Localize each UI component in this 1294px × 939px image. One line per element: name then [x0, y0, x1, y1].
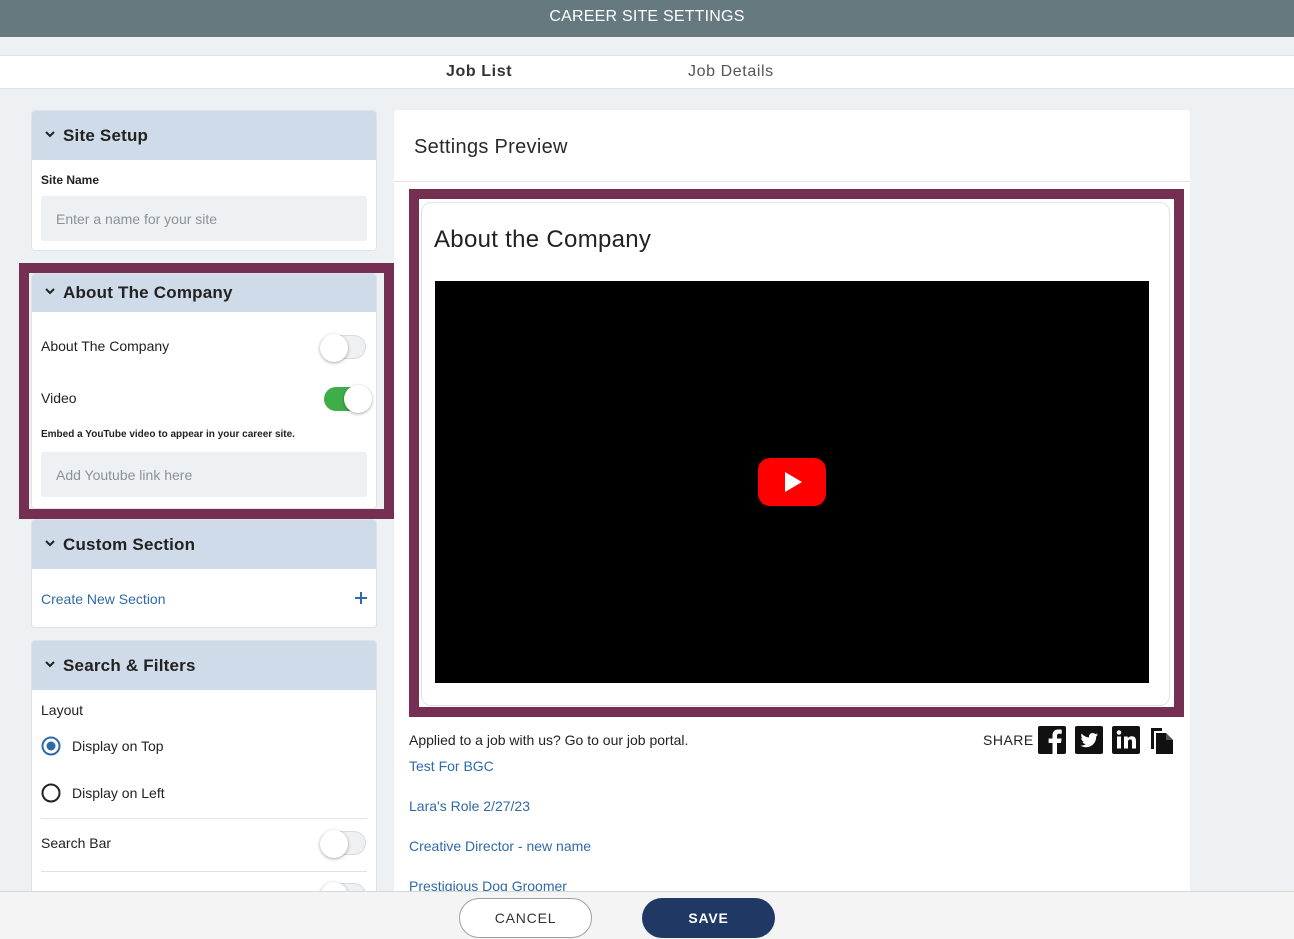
divider: [394, 181, 1190, 182]
search-filters-title: Search & Filters: [63, 655, 196, 675]
tab-job-details[interactable]: Job Details: [688, 63, 774, 81]
youtube-play-icon[interactable]: [758, 458, 826, 506]
toggle-knob: [320, 830, 348, 858]
radio-display-on-top[interactable]: [41, 736, 61, 756]
site-setup-header[interactable]: Site Setup: [32, 111, 376, 160]
layout-label: Layout: [41, 702, 84, 718]
twitter-icon[interactable]: [1074, 725, 1104, 755]
highlight-frame: [19, 263, 394, 519]
tab-bar: Job List Job Details: [0, 55, 1294, 89]
share-label: SHARE: [983, 732, 1034, 748]
divider: [41, 818, 367, 819]
job-link[interactable]: Test For BGC: [409, 758, 494, 774]
site-setup-panel: Site Setup Site Name: [31, 110, 377, 251]
linkedin-icon[interactable]: [1111, 725, 1141, 755]
site-name-input[interactable]: [41, 196, 367, 241]
footer-bar: CANCEL SAVE: [0, 891, 1294, 939]
custom-section-panel: Custom Section Create New Section: [31, 519, 377, 628]
chevron-down-icon: [45, 539, 55, 546]
video-player[interactable]: [435, 281, 1149, 683]
tab-job-list[interactable]: Job List: [446, 63, 512, 81]
next-filter-toggle[interactable]: [320, 882, 366, 891]
custom-section-title: Custom Section: [63, 534, 196, 554]
divider: [41, 871, 367, 872]
save-button[interactable]: SAVE: [642, 898, 775, 938]
custom-section-header[interactable]: Custom Section: [32, 520, 376, 569]
toggle-knob: [320, 882, 348, 891]
preview-title: Settings Preview: [414, 136, 568, 158]
search-bar-toggle[interactable]: [320, 830, 366, 858]
radio-display-on-left[interactable]: [41, 783, 61, 803]
radio-label-display-on-left: Display on Left: [72, 785, 165, 801]
search-filters-panel: Search & Filters Layout Display on Top D…: [31, 640, 377, 891]
copy-icon[interactable]: [1147, 725, 1177, 755]
site-name-label: Site Name: [41, 173, 100, 187]
search-bar-label: Search Bar: [41, 835, 112, 851]
facebook-icon[interactable]: [1037, 725, 1067, 755]
page-title: CAREER SITE SETTINGS: [549, 8, 745, 25]
cancel-button[interactable]: CANCEL: [459, 898, 592, 938]
job-link[interactable]: Lara's Role 2/27/23: [409, 798, 530, 814]
company-section-title: About the Company: [434, 226, 652, 253]
create-new-section-link[interactable]: Create New Section: [41, 591, 166, 607]
chevron-down-icon: [45, 660, 55, 667]
site-setup-title: Site Setup: [63, 125, 149, 145]
job-link[interactable]: Creative Director - new name: [409, 838, 591, 854]
search-filters-header[interactable]: Search & Filters: [32, 641, 376, 690]
job-portal-text: Applied to a job with us? Go to our job …: [409, 732, 689, 748]
chevron-down-icon: [45, 130, 55, 137]
app-header: CAREER SITE SETTINGS: [0, 0, 1294, 37]
radio-label-display-on-top: Display on Top: [72, 738, 164, 754]
plus-icon[interactable]: [355, 592, 367, 604]
